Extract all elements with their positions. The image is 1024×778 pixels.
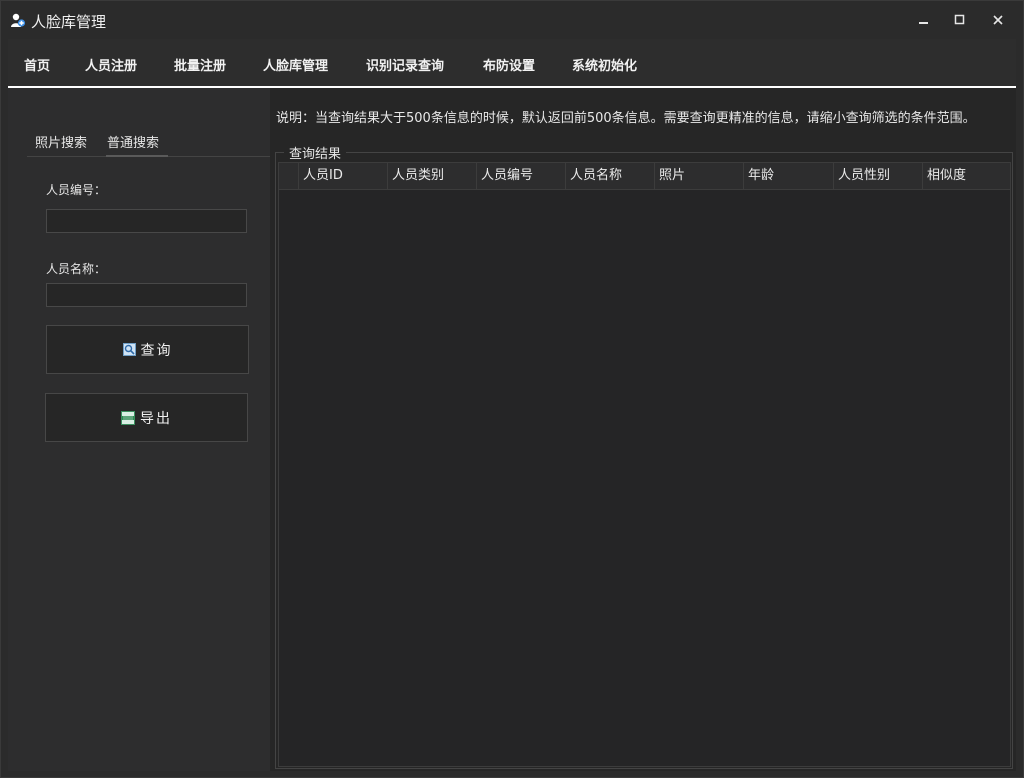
active-tab-indicator [106, 155, 168, 157]
menu-batch-register[interactable]: 批量注册 [174, 55, 226, 74]
person-name-input[interactable] [46, 283, 247, 307]
maximize-icon [954, 14, 965, 25]
close-button[interactable] [983, 9, 1013, 31]
row-header-corner [279, 163, 299, 189]
menu-home[interactable]: 首页 [24, 55, 50, 74]
table-header: 人员ID 人员类别 人员编号 人员名称 照片 年龄 人员性别 相似度 [279, 163, 1010, 190]
query-button[interactable]: 查询 [46, 325, 249, 374]
column-header-photo[interactable]: 照片 [654, 163, 743, 189]
face-library-icon [11, 13, 26, 27]
results-table[interactable]: 人员ID 人员类别 人员编号 人员名称 照片 年龄 人员性别 相似度 [278, 162, 1011, 767]
query-button-label: 查询 [140, 342, 173, 359]
app-window: 人脸库管理 首页 人员注册 批量注册 人脸库管理 识别记录查询 布防设置 系统初… [0, 0, 1024, 778]
column-header-gender[interactable]: 人员性别 [833, 163, 922, 189]
menu-defense-settings[interactable]: 布防设置 [483, 55, 535, 74]
column-header-age[interactable]: 年龄 [743, 163, 833, 189]
magnifier-icon [122, 343, 136, 356]
person-name-label: 人员名称： [46, 262, 107, 276]
tab-photo-search[interactable]: 照片搜索 [35, 132, 87, 151]
column-header-similarity[interactable]: 相似度 [922, 163, 1010, 189]
main-menu: 首页 人员注册 批量注册 人脸库管理 识别记录查询 布防设置 系统初始化 [8, 39, 1016, 88]
person-no-input[interactable] [46, 209, 247, 233]
menu-face-library[interactable]: 人脸库管理 [263, 55, 328, 74]
person-no-label: 人员编号： [46, 183, 107, 197]
maximize-button[interactable] [945, 9, 975, 31]
tab-normal-search[interactable]: 普通搜索 [107, 132, 159, 151]
query-note: 说明：当查询结果大于500条信息的时候，默认返回前500条信息。需要查询更精准的… [276, 111, 976, 126]
main-content: 说明：当查询结果大于500条信息的时候，默认返回前500条信息。需要查询更精准的… [8, 88, 1016, 771]
title-bar: 人脸库管理 [1, 1, 1023, 39]
xlsx-file-icon [121, 410, 135, 425]
close-icon [993, 15, 1003, 25]
results-title: 查询结果 [284, 143, 347, 162]
column-header-person-id[interactable]: 人员ID [298, 163, 387, 189]
window-title: 人脸库管理 [31, 13, 107, 31]
column-header-person-type[interactable]: 人员类别 [387, 163, 476, 189]
export-button[interactable]: 导出 [45, 393, 248, 442]
minimize-icon [919, 22, 928, 24]
column-header-person-name[interactable]: 人员名称 [565, 163, 654, 189]
menu-person-register[interactable]: 人员注册 [85, 55, 137, 74]
menu-recognition-log[interactable]: 识别记录查询 [366, 55, 444, 74]
minimize-button[interactable] [909, 9, 939, 31]
menu-system-init[interactable]: 系统初始化 [572, 55, 637, 74]
export-button-label: 导出 [140, 410, 172, 427]
column-header-person-no[interactable]: 人员编号 [476, 163, 565, 189]
